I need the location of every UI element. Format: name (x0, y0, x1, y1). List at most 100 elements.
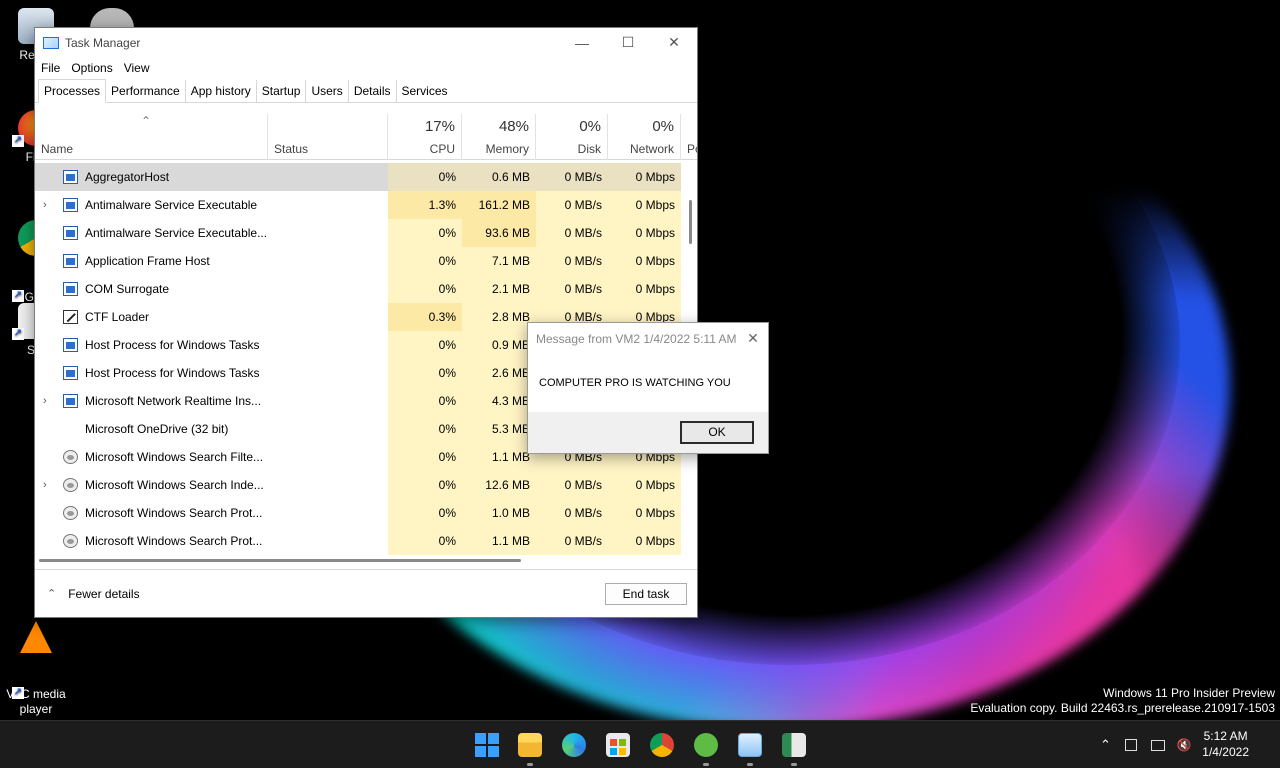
process-memory: 2.6 MB (491, 366, 530, 380)
process-memory: 12.6 MB (485, 478, 530, 492)
table-row[interactable]: › Antimalware Service Executable 1.3% 161.2… (35, 191, 697, 219)
tab-processes[interactable]: Processes (38, 79, 107, 103)
column-header-network[interactable]: 0% Network (608, 114, 681, 160)
process-name: AggregatorHost (85, 170, 170, 184)
running-indicator (527, 763, 533, 766)
network-total-pct: 0% (652, 118, 674, 135)
column-header-power[interactable]: Po (681, 114, 697, 160)
tab-app-history[interactable]: App history (186, 80, 257, 102)
end-task-button[interactable]: End task (605, 582, 687, 605)
dialog-title-bar[interactable]: Message from VM2 1/4/2022 5:11 AM ✕ (528, 323, 768, 354)
utorrent-icon[interactable] (694, 733, 718, 757)
column-name-label: Name (41, 142, 74, 156)
process-window-icon (63, 338, 78, 352)
network-icon[interactable] (1150, 739, 1165, 751)
tab-strip: Processes Performance App history Startu… (35, 79, 697, 103)
cpu-total-pct: 17% (424, 118, 455, 135)
title-bar[interactable]: Task Manager — ☐ ✕ (35, 28, 697, 57)
process-name: COM Surrogate (85, 282, 170, 296)
process-cpu: 0% (438, 450, 456, 464)
tab-details[interactable]: Details (349, 80, 397, 102)
tab-performance[interactable]: Performance (106, 80, 186, 102)
edge-icon[interactable] (562, 733, 586, 757)
shortcut-arrow-icon: ↗ (12, 290, 24, 302)
process-memory: 4.3 MB (491, 394, 530, 408)
task-manager-app-icon (43, 36, 59, 49)
process-memory: 2.8 MB (491, 310, 530, 324)
process-cpu: 0% (438, 394, 456, 408)
store-icon[interactable] (606, 733, 630, 757)
table-header: ⌃ Name Status 17% CPU 48% Memory 0% Disk… (35, 114, 697, 160)
table-row[interactable]: Application Frame Host 0% 7.1 MB 0 MB/s 0 Mb… (35, 247, 697, 275)
horizontal-scrollbar[interactable] (39, 559, 521, 562)
chevron-up-icon: ⌃ (47, 588, 57, 600)
column-status-label: Status (274, 142, 309, 156)
file-explorer-icon[interactable] (518, 733, 542, 757)
expand-chevron-icon[interactable]: › (43, 387, 47, 415)
dialog-message: COMPUTER PRO IS WATCHING YOU (528, 354, 768, 412)
column-header-cpu[interactable]: 17% CPU (388, 114, 462, 160)
tray-app-icon[interactable] (1124, 739, 1137, 751)
table-row[interactable]: COM Surrogate 0% 2.1 MB 0 MB/s 0 Mbps (35, 275, 697, 303)
table-row[interactable]: AggregatorHost 0% 0.6 MB 0 MB/s 0 Mbps (35, 163, 697, 191)
process-memory: 2.1 MB (491, 282, 530, 296)
process-name: Microsoft Windows Search Prot... (85, 506, 263, 520)
process-network: 0 Mbps (635, 534, 675, 548)
evaluation-watermark: Windows 11 Pro Insider Preview Evaluatio… (970, 686, 1275, 716)
table-row[interactable]: › Microsoft Windows Search Inde... 0% 12.6 … (35, 471, 697, 499)
process-window-icon (63, 198, 78, 212)
column-network-label: Network (629, 142, 674, 156)
table-row[interactable]: Microsoft Windows Search Prot... 0% 1.1 MB… (35, 527, 697, 555)
vertical-scrollbar[interactable] (689, 200, 692, 244)
expand-chevron-icon[interactable]: › (43, 191, 47, 219)
start-button[interactable] (475, 733, 499, 757)
taskbar: ⌃ 🔇 5:12 AM 1/4/2022 (0, 720, 1280, 768)
close-button[interactable]: ✕ (651, 28, 697, 57)
menu-view[interactable]: View (124, 61, 157, 75)
dialog-title: Message from VM2 1/4/2022 5:11 AM (536, 331, 737, 346)
process-name: Antimalware Service Executable (85, 198, 258, 212)
message-dialog: Message from VM2 1/4/2022 5:11 AM ✕ COMP… (527, 322, 769, 454)
search-process-icon (63, 506, 78, 520)
menu-file[interactable]: File (41, 61, 67, 75)
vlc-desktop-icon[interactable]: ↗ VLC media player (0, 606, 72, 717)
volume-muted-icon[interactable]: 🔇 (1177, 738, 1192, 752)
process-cpu: 1.3% (428, 198, 456, 212)
process-name: Microsoft Windows Search Prot... (85, 534, 263, 548)
process-network: 0 Mbps (635, 506, 675, 520)
minimize-button[interactable]: — (559, 28, 605, 57)
tab-services[interactable]: Services (397, 80, 453, 102)
close-icon[interactable]: ✕ (738, 330, 768, 347)
clock[interactable]: 5:12 AM 1/4/2022 (1202, 728, 1249, 760)
process-name: Microsoft Network Realtime Ins... (85, 394, 262, 408)
process-disk: 0 MB/s (564, 170, 602, 184)
column-header-memory[interactable]: 48% Memory (462, 114, 536, 160)
fewer-details-button[interactable]: ⌃ Fewer details (35, 587, 140, 601)
running-indicator (791, 763, 797, 766)
table-row[interactable]: Antimalware Service Executable... 0% 93.6 … (35, 219, 697, 247)
process-cpu: 0% (438, 254, 456, 268)
process-memory: 1.0 MB (491, 506, 530, 520)
expand-chevron-icon[interactable]: › (43, 471, 47, 499)
process-cpu: 0% (438, 226, 456, 240)
tab-users[interactable]: Users (306, 80, 349, 102)
column-header-name[interactable]: ⌃ Name (35, 114, 268, 160)
chrome-icon[interactable] (650, 733, 674, 757)
ok-button[interactable]: OK (680, 421, 754, 444)
column-disk-label: Disk (577, 142, 601, 156)
show-hidden-icons-chevron-icon[interactable]: ⌃ (1100, 737, 1111, 753)
column-header-disk[interactable]: 0% Disk (536, 114, 608, 160)
vlc-cone-icon (20, 621, 52, 653)
task-manager-icon[interactable] (738, 733, 762, 757)
search-process-icon (63, 534, 78, 548)
process-cpu: 0% (438, 422, 456, 436)
menu-options[interactable]: Options (71, 61, 119, 75)
maximize-button[interactable]: ☐ (605, 28, 651, 57)
search-process-icon (63, 478, 78, 492)
table-row[interactable]: Microsoft Windows Search Prot... 0% 1.0 MB… (35, 499, 697, 527)
messenger-icon[interactable] (782, 733, 806, 757)
tab-startup[interactable]: Startup (257, 80, 307, 102)
process-cpu: 0% (438, 506, 456, 520)
process-memory: 0.6 MB (491, 170, 530, 184)
column-header-status[interactable]: Status (268, 114, 388, 160)
